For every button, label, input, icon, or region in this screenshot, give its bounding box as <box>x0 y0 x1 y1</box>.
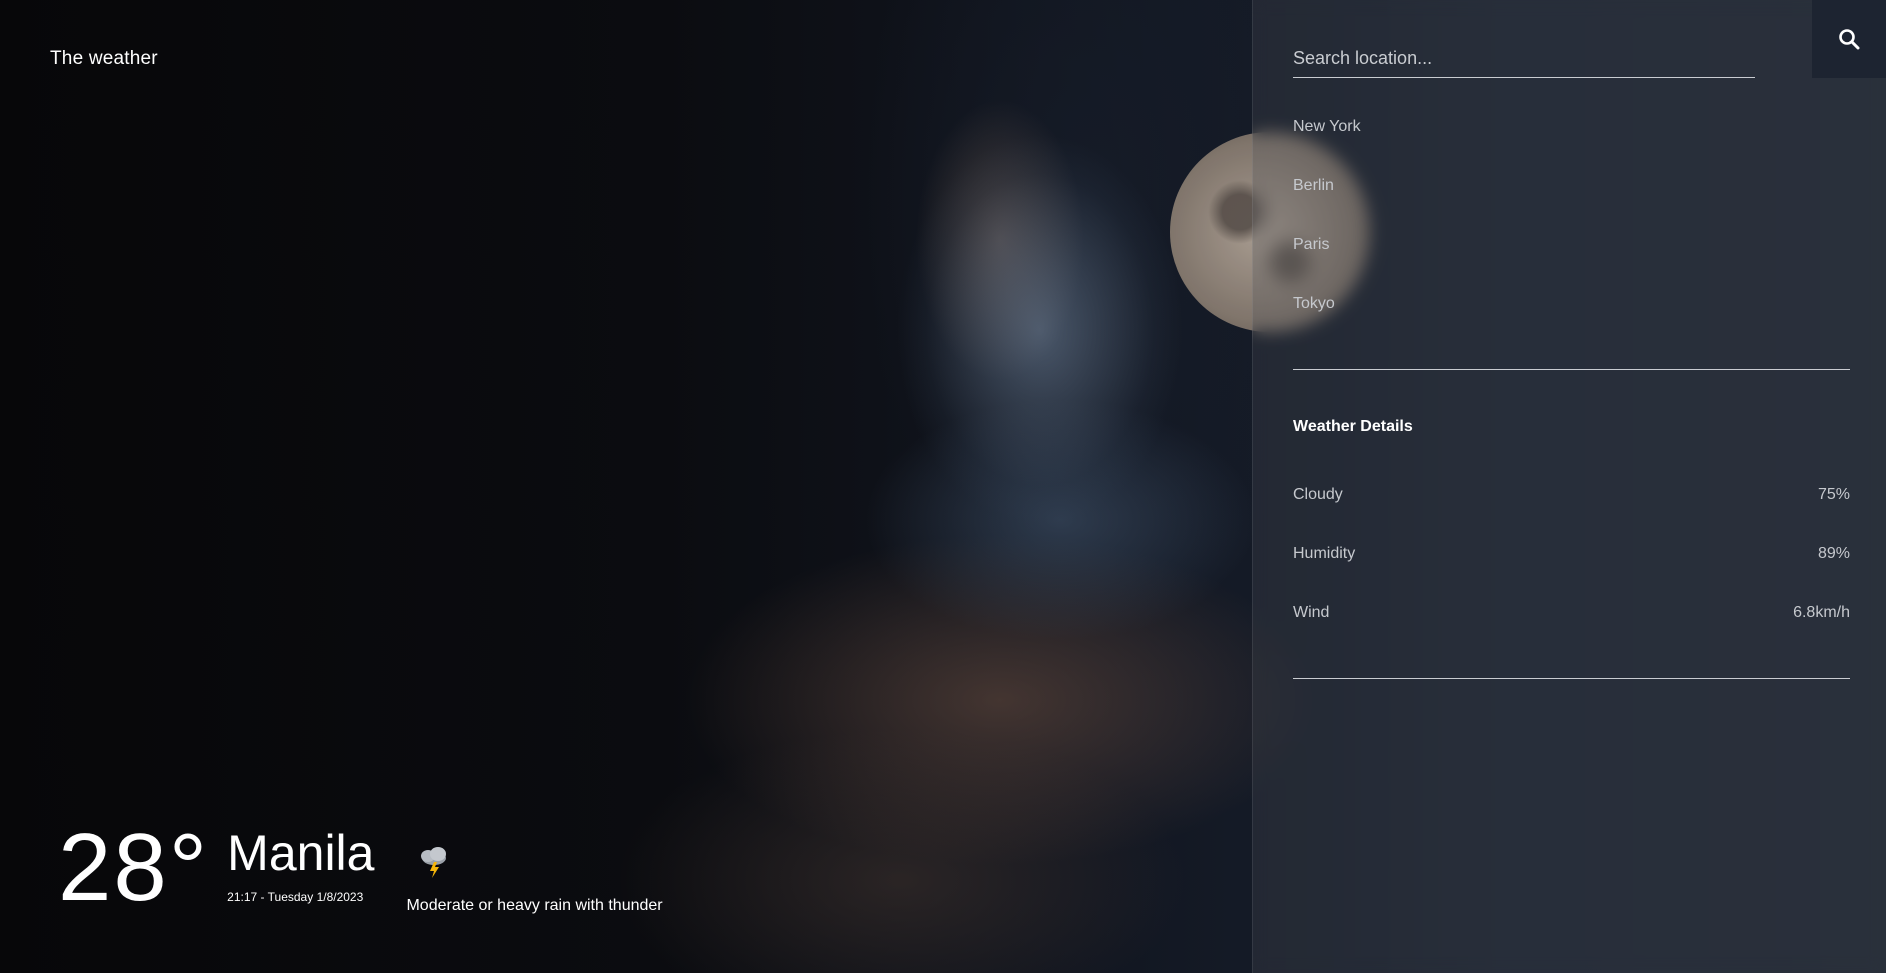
date-time: 21:17 - Tuesday 1/8/2023 <box>227 890 364 904</box>
condition-text: Moderate or heavy rain with thunder <box>406 897 663 914</box>
detail-value: 75% <box>1817 486 1850 503</box>
app-logo: The weather <box>50 48 158 69</box>
detail-label: Cloudy <box>1293 486 1343 503</box>
detail-value: 89% <box>1817 545 1850 562</box>
detail-value: 6.8km/h <box>1793 604 1850 621</box>
condition-block: Moderate or heavy rain with thunder <box>406 844 663 915</box>
location-list: New York Berlin Paris Tokyo <box>1293 116 1361 352</box>
temperature: 28° <box>58 814 210 921</box>
city-block: Manila 21:17 - Tuesday 1/8/2023 <box>227 826 374 904</box>
search-icon <box>1839 29 1860 50</box>
details-title: Weather Details <box>1293 418 1413 435</box>
detail-row-cloudy: Cloudy 75% <box>1293 486 1850 504</box>
detail-label: Wind <box>1293 604 1330 621</box>
location-item-tokyo[interactable]: Tokyo <box>1293 293 1361 352</box>
detail-row-humidity: Humidity 89% <box>1293 545 1850 563</box>
thunderstorm-icon <box>416 844 662 889</box>
search-button[interactable] <box>1812 0 1886 78</box>
city-name: Manila <box>227 825 375 881</box>
detail-row-wind: Wind 6.8km/h <box>1293 604 1850 622</box>
location-item-paris[interactable]: Paris <box>1293 234 1361 293</box>
divider <box>1293 678 1850 679</box>
side-panel: New York Berlin Paris Tokyo Weather Deta… <box>1252 0 1886 973</box>
location-item-berlin[interactable]: Berlin <box>1293 175 1361 234</box>
location-item-new-york[interactable]: New York <box>1293 116 1361 175</box>
detail-label: Humidity <box>1293 545 1356 562</box>
divider <box>1293 369 1850 370</box>
search-input[interactable] <box>1293 40 1755 78</box>
current-weather: 28° Manila 21:17 - Tuesday 1/8/2023 Mode… <box>58 818 663 918</box>
